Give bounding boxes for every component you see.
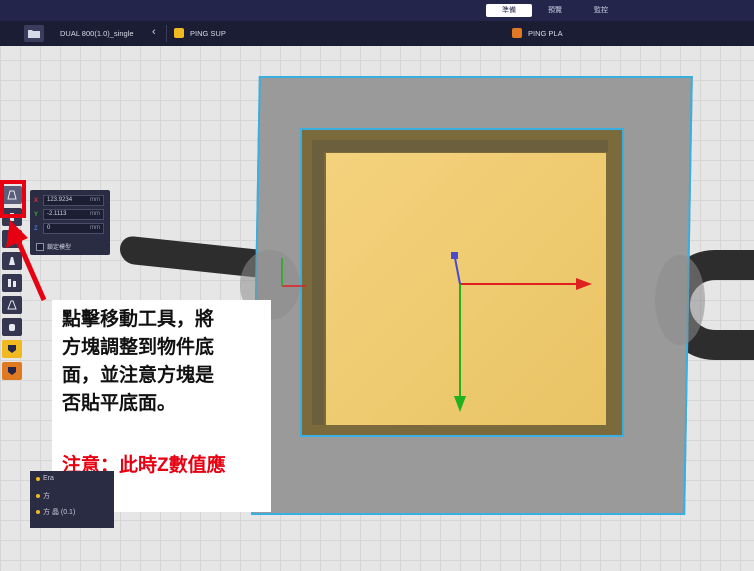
instruction-text: 點擊移動工具，將 方塊調整到物件底 面，並注意方塊是 否貼平底面。 (62, 306, 262, 418)
lock-model-toggle[interactable]: 鎖定模型 (36, 242, 71, 251)
object-dot (36, 510, 40, 514)
object-row[interactable]: 方 晶 (0.1) (36, 507, 75, 517)
instruction-line: 面，並注意方塊是 (62, 362, 262, 390)
object-row[interactable]: Era (36, 475, 54, 482)
move-coordinates-panel: X 123.9234 mm Y -2.1113 mm Z 0 mm 鎖定模型 (30, 190, 110, 255)
object-label: 方 晶 (0.1) (43, 507, 75, 517)
unit-label: mm (90, 196, 100, 205)
coord-row-x: X 123.9234 mm (34, 195, 104, 206)
axis-label: Y (34, 212, 40, 218)
z-input[interactable]: 0 mm (43, 223, 104, 234)
object-label: 方 (43, 491, 50, 501)
lock-checkbox[interactable] (36, 243, 44, 251)
x-input[interactable]: 123.9234 mm (43, 195, 104, 206)
instruction-line: 點擊移動工具，將 (62, 306, 262, 334)
unit-label: mm (90, 210, 100, 219)
object-dot (36, 477, 40, 481)
x-value: 123.9234 (47, 197, 72, 203)
coord-row-z: Z 0 mm (34, 223, 104, 234)
z-value: 0 (47, 225, 50, 231)
instruction-line: 否貼平底面。 (62, 390, 262, 418)
lock-label: 鎖定模型 (47, 242, 71, 251)
axis-label: Z (34, 226, 40, 232)
object-label: Era (43, 475, 54, 482)
y-input[interactable]: -2.1113 mm (43, 209, 104, 220)
object-list-panel: Era 方 方 晶 (0.1) (30, 471, 114, 528)
unit-label: mm (90, 224, 100, 233)
y-value: -2.1113 (47, 211, 66, 217)
object-dot (36, 494, 40, 498)
axis-label: X (34, 198, 40, 204)
coord-row-y: Y -2.1113 mm (34, 209, 104, 220)
object-row[interactable]: 方 (36, 491, 50, 501)
instruction-line: 方塊調整到物件底 (62, 334, 262, 362)
